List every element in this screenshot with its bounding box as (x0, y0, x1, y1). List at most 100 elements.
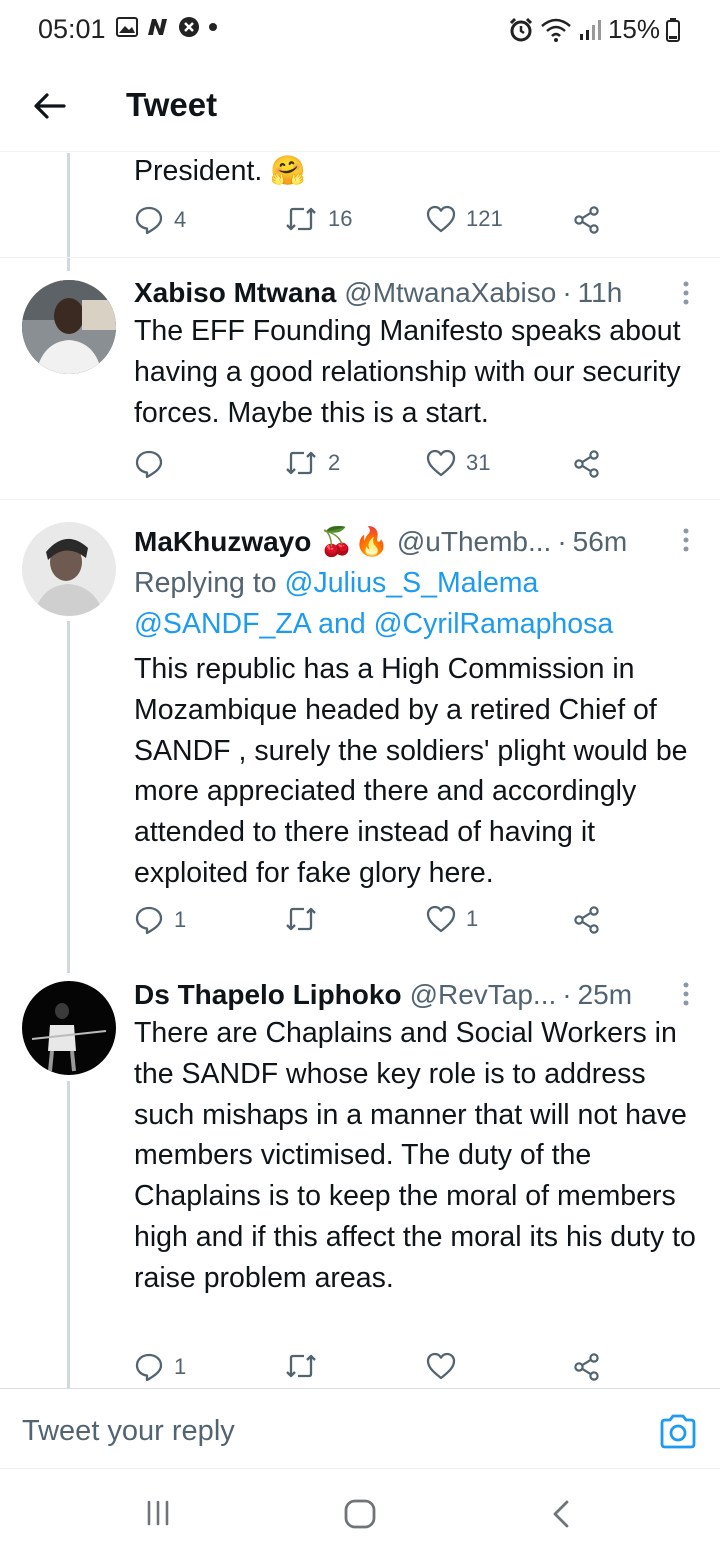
status-time: 05:01 (38, 14, 106, 44)
share-icon (574, 450, 599, 478)
tweet-time: 25m (577, 979, 633, 1010)
alarm-icon (509, 17, 533, 41)
author-handle[interactable]: @MtwanaXabiso (344, 277, 556, 309)
tweet-text: This republic has a High Commission in M… (134, 653, 688, 889)
recent-apps-icon[interactable] (144, 1499, 172, 1527)
like-count: 121 (466, 206, 503, 231)
thread-line (67, 621, 70, 973)
status-bar: 05:01 15% (0, 0, 720, 58)
avatar[interactable] (22, 981, 116, 1075)
system-nav-bar (0, 1468, 720, 1560)
reply-count: 1 (174, 907, 187, 932)
replying-and: and (318, 607, 366, 640)
heart-icon (426, 905, 456, 933)
shield-x-icon (179, 17, 199, 37)
image-icon (116, 17, 138, 37)
heart-icon (426, 449, 456, 477)
home-icon[interactable] (344, 1499, 376, 1529)
reply-button[interactable]: 1 (134, 905, 186, 935)
like-count: 31 (466, 450, 491, 475)
tweet-header: MaKhuzwayo 🍒🔥 @uThemb... · 56m (134, 525, 628, 558)
share-button[interactable] (572, 205, 602, 235)
tweet-actions: 2 31 (134, 449, 614, 489)
mention-link[interactable]: @Julius_S_Malema (285, 567, 539, 599)
tweet-actions: 1 1 (134, 905, 614, 945)
retweet-icon (286, 907, 316, 931)
reply-count: 4 (174, 207, 187, 232)
tweet-text: There are Chaplains and Social Workers i… (134, 1017, 696, 1294)
reply-icon (135, 450, 163, 479)
arrow-left-icon[interactable] (30, 86, 70, 126)
reply-count: 1 (174, 1354, 187, 1379)
notification-icons (116, 16, 218, 38)
retweet-button[interactable] (284, 1352, 328, 1380)
author-name[interactable]: Xabiso Mtwana (134, 277, 336, 309)
avatar[interactable] (22, 280, 116, 374)
thread-line (67, 1081, 70, 1388)
tweet-divider (0, 499, 720, 500)
tweet-header: Xabiso Mtwana @MtwanaXabiso · 11h (134, 277, 623, 309)
reply-button[interactable]: 1 (134, 1352, 186, 1382)
retweet-icon (286, 451, 316, 475)
reply-input[interactable]: Tweet your reply (22, 1415, 235, 1448)
signal-icon (579, 19, 601, 40)
author-handle[interactable]: @RevTap... (410, 979, 557, 1011)
tweet-header: Ds Thapelo Liphoko @RevTap... · 25m (134, 979, 633, 1011)
replying-to: Replying to @Julius_S_Malema @SANDF_ZA a… (134, 563, 704, 645)
camera-icon[interactable] (658, 1413, 698, 1451)
tweet-time: 11h (577, 277, 623, 308)
share-icon (574, 206, 599, 234)
system-icons: 15% (508, 14, 680, 45)
tweet-text: The EFF Founding Manifesto speaks about … (134, 315, 681, 429)
reply-composer[interactable]: Tweet your reply (0, 1388, 720, 1468)
share-button[interactable] (572, 1352, 602, 1382)
top-app-bar: Tweet (0, 62, 720, 152)
like-button[interactable]: 1 (426, 905, 478, 933)
reply-icon (135, 206, 163, 235)
avatar[interactable] (22, 522, 116, 616)
tweet-actions: 4 16 121 (134, 205, 614, 245)
more-options-icon[interactable] (682, 527, 690, 553)
retweet-button[interactable]: 16 (284, 205, 352, 233)
back-icon[interactable] (550, 1499, 572, 1529)
like-button[interactable]: 31 (426, 449, 490, 477)
retweet-count: 16 (328, 206, 353, 231)
tweet-divider (0, 257, 720, 258)
like-button[interactable]: 121 (426, 205, 503, 233)
like-button[interactable] (426, 1352, 466, 1380)
reply-icon (135, 906, 163, 935)
reply-icon (135, 1353, 163, 1382)
battery-icon (666, 17, 680, 42)
author-name[interactable]: Ds Thapelo Liphoko (134, 979, 402, 1011)
n-app-icon (148, 19, 167, 35)
retweet-icon (286, 207, 316, 231)
tweet-thread[interactable]: President. 🤗 4 16 121 Xabiso Mtwana @Mtw… (0, 153, 720, 1388)
tweet-actions: 1 (134, 1352, 614, 1388)
page-title: Tweet (126, 86, 218, 123)
reply-button[interactable]: 4 (134, 205, 186, 235)
heart-icon (426, 205, 456, 233)
reply-button[interactable] (134, 449, 174, 479)
author-handle[interactable]: @uThemb... (397, 526, 551, 558)
retweet-button[interactable]: 2 (284, 449, 340, 477)
tweet-text: President. 🤗 (134, 155, 306, 187)
thread-line (67, 153, 70, 271)
like-count: 1 (466, 906, 479, 931)
retweet-count: 2 (328, 450, 341, 475)
more-options-icon[interactable] (682, 981, 690, 1007)
heart-icon (426, 1352, 456, 1380)
wifi-icon (541, 18, 571, 42)
tweet-time: 56m (572, 526, 628, 557)
author-name[interactable]: MaKhuzwayo 🍒🔥 (134, 525, 389, 558)
mention-link[interactable]: @SANDF_ZA (134, 608, 310, 640)
share-icon (574, 1353, 599, 1381)
mention-link[interactable]: @CyrilRamaphosa (374, 608, 614, 640)
more-options-icon[interactable] (682, 280, 690, 306)
battery-percent: 15% (607, 14, 660, 44)
dot-icon (209, 23, 217, 31)
share-button[interactable] (572, 449, 602, 479)
retweet-button[interactable] (284, 905, 328, 933)
share-icon (574, 906, 599, 934)
retweet-icon (286, 1354, 316, 1378)
share-button[interactable] (572, 905, 602, 935)
